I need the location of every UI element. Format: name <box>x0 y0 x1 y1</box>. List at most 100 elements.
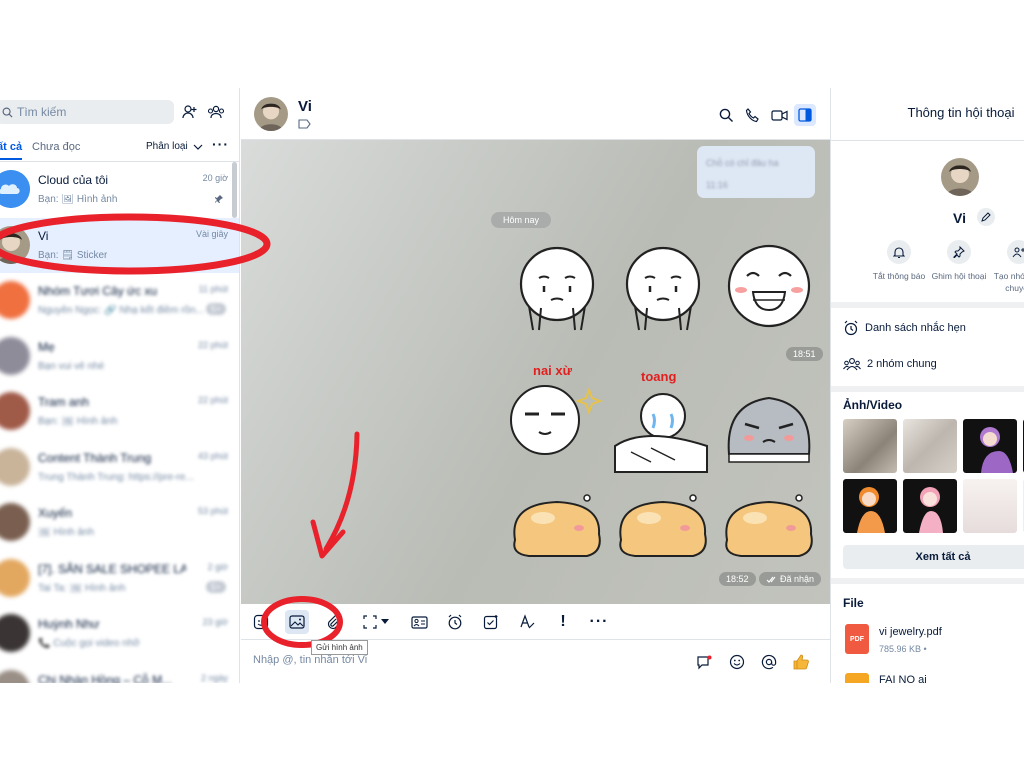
sticker-worried[interactable] <box>507 244 607 332</box>
search-icon <box>2 107 13 118</box>
chevron-down-icon <box>193 144 203 150</box>
create-group-icon[interactable] <box>206 102 226 122</box>
more-tools-icon[interactable]: ··· <box>587 610 611 634</box>
reminder-list-label: Danh sách nhắc hẹn <box>865 322 966 334</box>
conversation-sidebar: Tìm kiếm ất cả Chưa đọc Phân loại ··· <box>0 88 240 683</box>
message-time: 11:16 <box>706 180 728 190</box>
sticker-lying-blob[interactable] <box>613 484 713 572</box>
message-input[interactable]: Nhập @, tin nhắn tới Vi <box>253 654 367 666</box>
search-input[interactable]: Tìm kiếm <box>0 100 174 124</box>
conversation-item[interactable]: Mẹ Bạn vui vẻ nhé 22 phút <box>0 329 239 385</box>
sticker-lying-blob[interactable] <box>719 484 819 572</box>
tab-unread[interactable]: Chưa đọc <box>32 141 80 153</box>
info-panel-toggle-icon[interactable] <box>794 104 816 126</box>
conversation-item-cloud[interactable]: Cloud của tôi Bạn: 🖼 Hình ảnh 20 giờ <box>0 162 239 218</box>
sidebar-scrollbar[interactable] <box>232 162 237 218</box>
search-placeholder: Tìm kiếm <box>17 105 67 119</box>
sticker-grumpy[interactable] <box>719 384 819 472</box>
conversation-item[interactable]: Huỳnh Như 📞 Cuộc gọi video nhỡ 23 giờ <box>0 606 239 662</box>
send-image-button[interactable] <box>285 610 309 634</box>
conversation-item[interactable]: Nhóm Tươi Cây ức xu Nguyễn Ngọc: 🔗 Nhạ k… <box>0 273 239 329</box>
conversation-item[interactable]: Tram anh Bạn: 🖼 Hình ảnh 22 phút <box>0 384 239 440</box>
text-format-icon[interactable] <box>515 610 539 634</box>
message-timestamp: 18:51 <box>786 347 823 361</box>
conversation-item-vi[interactable]: Vi Bạn: 🗒 Sticker Vài giây <box>0 217 239 273</box>
file-name[interactable]: vi jewelry.pdf <box>879 626 942 638</box>
info-avatar[interactable] <box>941 158 979 196</box>
more-options-icon[interactable]: ··· <box>212 136 229 152</box>
emoji-icon[interactable] <box>727 652 747 672</box>
conversation-name: Nhóm Tươi Cây ức xu <box>38 284 158 298</box>
quick-reply-icon[interactable] <box>694 652 714 672</box>
sticker-lying-blob[interactable] <box>507 484 607 572</box>
media-thumbnail[interactable] <box>903 479 957 533</box>
common-groups-label: 2 nhóm chung <box>867 358 937 370</box>
chat-avatar[interactable] <box>254 97 288 131</box>
media-thumbnail[interactable] <box>963 479 1017 533</box>
conversation-item[interactable]: Content Thành Trung Trung Thành Trung: h… <box>0 440 239 496</box>
search-icon[interactable] <box>715 104 737 126</box>
message-text: Chỗ có chỉ đâu ha <box>706 158 779 168</box>
delivered-status: Đã nhận <box>759 572 822 586</box>
delivered-label: Đã nhận <box>780 574 815 584</box>
pin-conversation-button[interactable]: Ghim hội thoại <box>929 240 989 282</box>
chat-title[interactable]: Vi <box>298 98 312 115</box>
media-thumbnail[interactable] <box>903 419 957 473</box>
conversation-time: 53 phút <box>197 506 228 516</box>
see-all-media-button[interactable]: Xem tất cả <box>843 545 1024 569</box>
reminder-clock-icon[interactable] <box>443 610 467 634</box>
urgent-icon[interactable]: ! <box>551 610 575 634</box>
unread-badge: 5+ <box>205 580 226 593</box>
conversation-time: 22 phút <box>197 395 228 405</box>
sticker-crying-in-bed[interactable] <box>611 386 711 474</box>
group-icon <box>843 358 861 371</box>
create-group-button[interactable]: Tạo nhóm trò chuyện <box>989 240 1024 294</box>
media-thumbnail[interactable] <box>843 479 897 533</box>
phone-call-icon[interactable] <box>741 104 763 126</box>
mention-icon[interactable] <box>759 652 779 672</box>
vi-avatar <box>0 225 30 264</box>
conversation-item[interactable]: [7]. SĂN SALE SHOPEE LA... Tai Ta: 🖼 Hìn… <box>0 551 239 607</box>
sticker-icon[interactable] <box>249 610 273 634</box>
date-separator: Hôm nay <box>491 212 552 228</box>
avatar <box>0 336 30 375</box>
tab-all[interactable]: ất cả <box>0 141 23 160</box>
video-call-icon[interactable] <box>768 104 790 126</box>
section-divider <box>831 578 1024 584</box>
mute-notifications-button[interactable]: Tắt thông báo <box>869 240 929 282</box>
edit-name-icon[interactable] <box>977 208 995 226</box>
conversation-item[interactable]: Xuyến 🖼 Hình ảnh 53 phút <box>0 495 239 551</box>
add-friend-icon[interactable] <box>180 102 200 122</box>
conversation-preview: Bạn vui vẻ nhé <box>38 360 105 372</box>
alarm-clock-icon <box>844 320 858 336</box>
conversation-preview: Nguyễn Ngọc: 🔗 Nhạ kết điềm rồn... <box>38 305 204 316</box>
image-icon <box>289 615 305 629</box>
conversation-name: [7]. SĂN SALE SHOPEE LA... <box>38 561 186 576</box>
conversation-item[interactable]: Chị Nhàn Hồng – Cỗ M... 2 ngày <box>0 662 239 683</box>
caret-down-icon <box>381 619 389 624</box>
conversation-name: Content Thành Trung <box>38 450 152 465</box>
pin-conversation-label: Ghim hội thoại <box>931 271 987 281</box>
conversation-preview: Tai Ta: 🖼 Hình ảnh <box>38 582 126 594</box>
screenshot-dropdown[interactable] <box>359 610 393 634</box>
sticker-worried[interactable] <box>613 244 713 332</box>
sent-message-bubble[interactable]: Chỗ có chỉ đâu ha 11:16 <box>697 146 815 198</box>
media-thumbnail[interactable] <box>843 419 897 473</box>
task-icon[interactable] <box>479 610 503 634</box>
conversation-time: 43 phút <box>197 450 228 461</box>
conversation-name: Cloud của tôi <box>38 173 109 187</box>
classify-dropdown[interactable]: Phân loại <box>146 141 204 152</box>
conversation-name: Mẹ <box>38 339 55 354</box>
sticker-smirk[interactable] <box>503 376 603 464</box>
tag-icon[interactable] <box>298 119 311 129</box>
thumbs-up-icon[interactable] <box>791 652 811 672</box>
classify-label: Phân loại <box>146 141 188 152</box>
common-groups-row[interactable]: 2 nhóm chung <box>843 357 937 371</box>
sticker-grin[interactable] <box>719 242 819 330</box>
media-thumbnail[interactable] <box>963 419 1017 473</box>
file-name[interactable]: FAI NO ai <box>879 674 927 683</box>
contact-card-icon[interactable] <box>407 610 431 634</box>
reminder-list-row[interactable]: Danh sách nhắc hẹn <box>843 320 966 336</box>
conversation-time: 11 phút <box>198 284 228 294</box>
attach-file-icon[interactable] <box>321 610 345 634</box>
